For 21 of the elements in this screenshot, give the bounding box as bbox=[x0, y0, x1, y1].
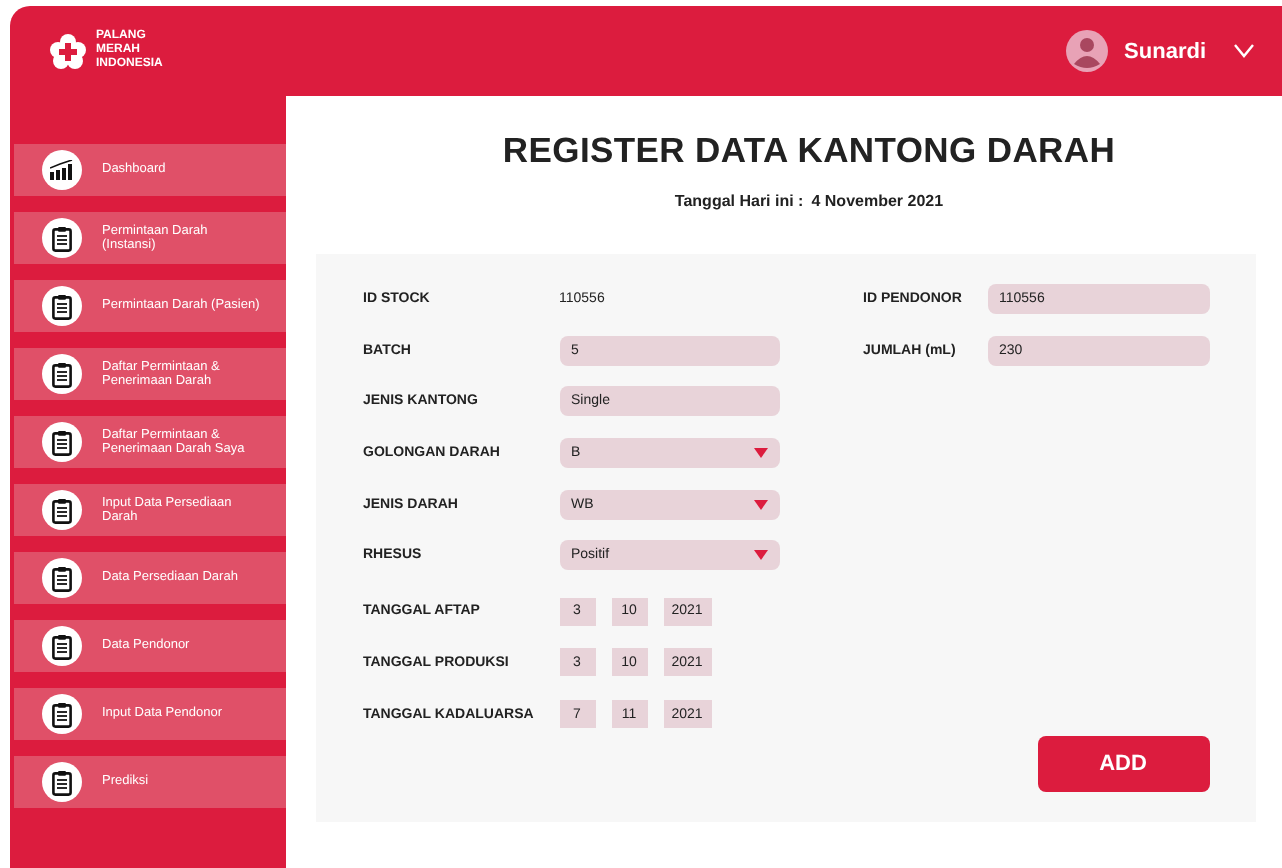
bar-chart-icon bbox=[50, 160, 74, 180]
user-name[interactable]: Sunardi bbox=[1124, 39, 1206, 63]
logo-icon bbox=[50, 33, 86, 69]
clipboard-icon bbox=[52, 429, 72, 455]
add-button[interactable]: ADD bbox=[1037, 736, 1209, 792]
date-label: Tanggal Hari ini : bbox=[674, 192, 804, 210]
clipboard-icon bbox=[52, 361, 72, 387]
caret-icon bbox=[753, 448, 767, 459]
clipboard-icon bbox=[52, 225, 72, 251]
clipboard-icon bbox=[52, 701, 72, 727]
date-text: 4 November 2021 bbox=[811, 192, 944, 210]
chevron-down-icon[interactable] bbox=[1234, 44, 1254, 58]
caret-icon bbox=[753, 550, 767, 561]
page-title: REGISTER DATA KANTONG DARAH bbox=[502, 130, 1116, 172]
clipboard-icon bbox=[52, 497, 72, 523]
clipboard-icon bbox=[52, 293, 72, 319]
clipboard-icon bbox=[52, 769, 72, 795]
caret-icon bbox=[753, 499, 767, 510]
clipboard-icon bbox=[52, 565, 72, 591]
avatar-icon[interactable] bbox=[1066, 30, 1109, 72]
clipboard-icon bbox=[52, 633, 72, 659]
